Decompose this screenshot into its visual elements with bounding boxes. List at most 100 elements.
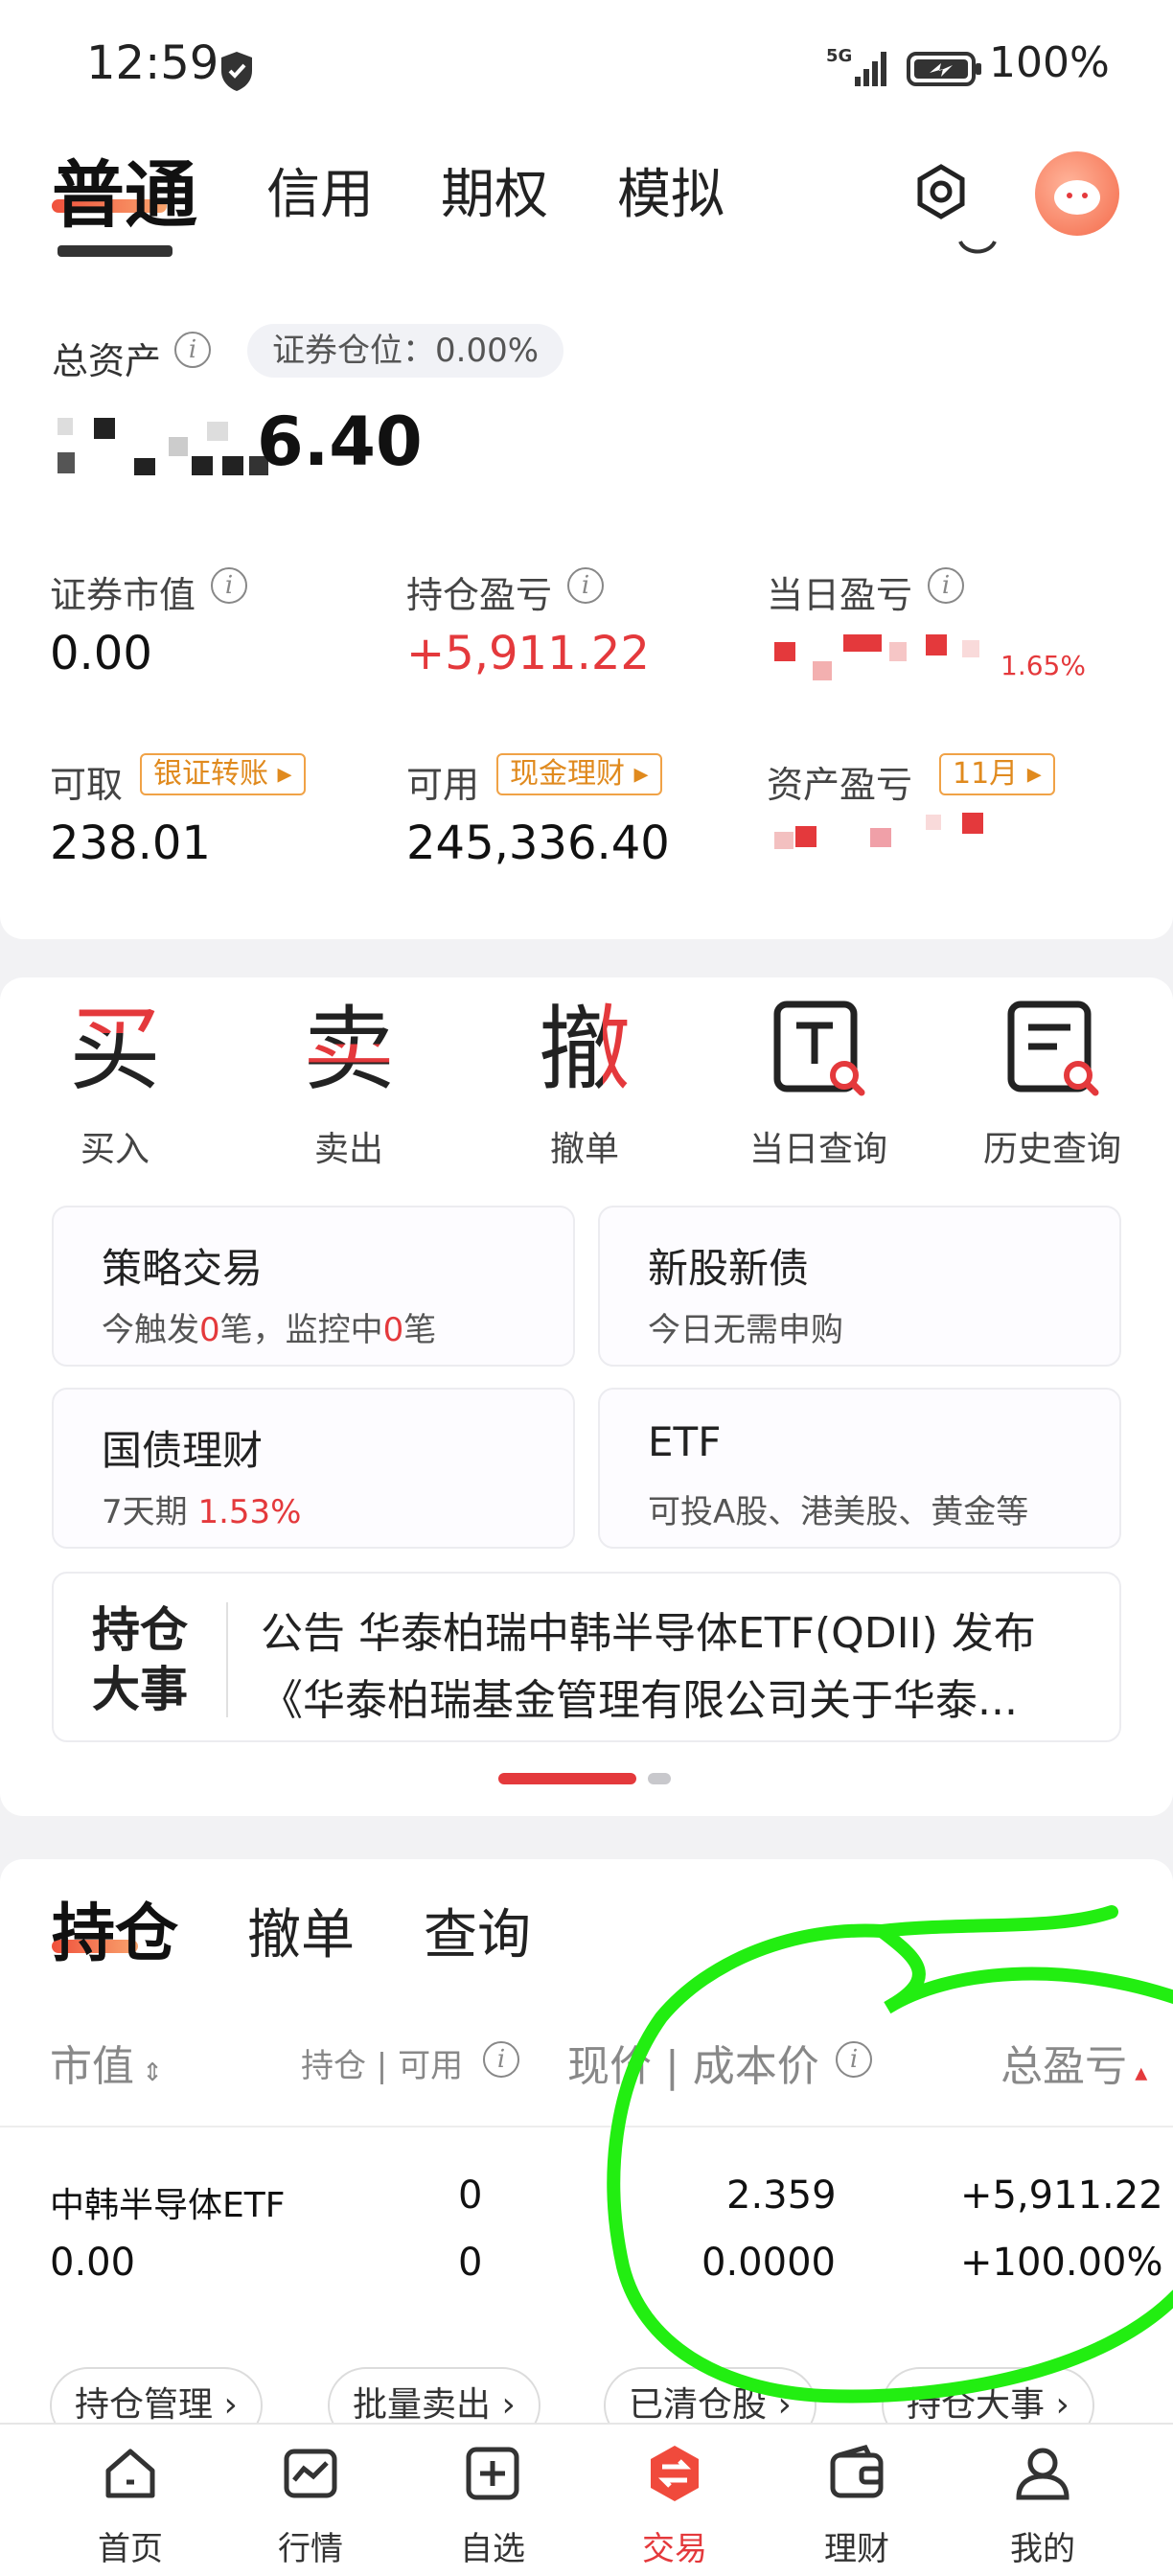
chart-icon bbox=[284, 2449, 337, 2498]
tab-simulation[interactable]: 模拟 bbox=[617, 151, 724, 229]
settings-hex-icon[interactable] bbox=[912, 163, 970, 220]
nav-label: 自选 bbox=[460, 2530, 525, 2568]
month-tag[interactable]: 11月 ▸ bbox=[939, 753, 1055, 795]
asset-pl-label: 资产盈亏 bbox=[767, 764, 913, 806]
cash-management-tag[interactable]: 现金理财 ▸ bbox=[496, 753, 662, 795]
tile-subtitle: 今日无需申购 bbox=[648, 1311, 843, 1349]
avatar[interactable] bbox=[1035, 151, 1119, 236]
nav-label: 交易 bbox=[642, 2530, 707, 2568]
bank-transfer-tag[interactable]: 银证转账 ▸ bbox=[140, 753, 306, 795]
holding-news-badge: 持仓 大事 bbox=[92, 1600, 197, 1719]
news-line-1: 公告 华泰柏瑞中韩半导体ETF(QDII) 发布 bbox=[261, 1609, 1036, 1658]
tab-query[interactable]: 查询 bbox=[424, 1892, 531, 1969]
mosaic-block bbox=[222, 456, 243, 475]
divider bbox=[0, 2126, 1173, 2128]
tile-subtitle: 今触发0笔，监控中0笔 bbox=[102, 1311, 437, 1349]
home-icon bbox=[105, 2449, 155, 2498]
tile-title: 策略交易 bbox=[102, 1245, 264, 1292]
nav-trade[interactable]: 交易 bbox=[608, 2444, 742, 2569]
tab-credit[interactable]: 信用 bbox=[266, 151, 374, 229]
sell-glyph-icon: 卖 bbox=[303, 996, 395, 1103]
tab-holdings[interactable]: 持仓 bbox=[52, 1882, 178, 1974]
mosaic-block bbox=[889, 642, 907, 661]
position-ratio-pill: 证券仓位：0.00% bbox=[247, 324, 564, 378]
cash-management-label: 现金理财 bbox=[510, 757, 625, 791]
holding-name: 中韩半导体ETF bbox=[50, 2186, 286, 2225]
battery-percent: 100% bbox=[989, 38, 1110, 87]
history-query-button[interactable]: 历史查询 bbox=[956, 997, 1148, 1171]
nav-label: 首页 bbox=[98, 2530, 163, 2568]
securities-market-value-label: 证券市值 bbox=[50, 574, 196, 616]
holding-total-pl-pct: +100.00% bbox=[960, 2241, 1163, 2285]
tab-cancel-orders[interactable]: 撤单 bbox=[247, 1892, 355, 1969]
info-icon[interactable]: i bbox=[211, 567, 247, 604]
mosaic-block bbox=[94, 418, 115, 439]
mosaic-block bbox=[134, 458, 155, 475]
nav-label: 行情 bbox=[278, 2530, 343, 2568]
cancel-order-button[interactable]: 撤 撤单 bbox=[489, 997, 680, 1171]
nav-label: 理财 bbox=[824, 2530, 889, 2568]
nav-finance[interactable]: 理财 bbox=[790, 2444, 924, 2569]
mosaic-block bbox=[962, 640, 979, 657]
trade-actions-card: 买 买入 卖 卖出 撤 撤单 当日查询 历史查询 策略交易 今触发0笔，监控中0… bbox=[0, 978, 1173, 1816]
clipped-row-fragment bbox=[58, 232, 211, 261]
withdrawable-value: 238.01 bbox=[50, 816, 211, 870]
total-assets-label: 总资产 bbox=[52, 340, 162, 382]
nav-watchlist[interactable]: 自选 bbox=[426, 2444, 560, 2569]
strategy-trading-tile[interactable]: 策略交易 今触发0笔，监控中0笔 bbox=[52, 1206, 575, 1367]
history-query-label: 历史查询 bbox=[982, 1130, 1121, 1169]
etf-tile[interactable]: ETF 可投A股、港美股、黄金等 bbox=[598, 1388, 1121, 1549]
col-position-available: 持仓 | 可用 bbox=[301, 2047, 464, 2085]
daily-pl-percent: 1.65% bbox=[1000, 650, 1086, 681]
info-icon[interactable]: i bbox=[483, 2041, 519, 2078]
mosaic-block bbox=[192, 456, 213, 475]
tile-subtitle: 可投A股、港美股、黄金等 bbox=[648, 1493, 1029, 1531]
tile-title: 新股新债 bbox=[648, 1245, 810, 1292]
tile-subtitle: 7天期 1.53% bbox=[102, 1493, 302, 1531]
mosaic-block bbox=[774, 642, 795, 661]
col-market-value[interactable]: 市值 ⇕ bbox=[50, 2032, 163, 2093]
position-pl-label: 持仓盈亏 bbox=[406, 574, 553, 616]
mosaic-block bbox=[843, 634, 882, 652]
treasury-finance-tile[interactable]: 国债理财 7天期 1.53% bbox=[52, 1388, 575, 1549]
mosaic-block bbox=[774, 832, 794, 849]
holding-price: 2.359 bbox=[726, 2174, 837, 2218]
tab-options[interactable]: 期权 bbox=[441, 151, 548, 229]
account-type-tabs: 普通 信用 期权 模拟 bbox=[0, 134, 1173, 240]
nav-home[interactable]: 首页 bbox=[63, 2444, 197, 2569]
badge-line-2: 大事 bbox=[92, 1662, 188, 1717]
svg-text:5G: 5G bbox=[826, 46, 852, 66]
tab-normal[interactable]: 普通 bbox=[52, 136, 197, 242]
info-icon[interactable]: i bbox=[174, 332, 211, 368]
doc-search-icon bbox=[1007, 1000, 1099, 1096]
info-icon[interactable]: i bbox=[928, 567, 964, 604]
user-icon bbox=[1016, 2448, 1070, 2500]
tile-title: 国债理财 bbox=[102, 1427, 264, 1474]
info-icon[interactable]: i bbox=[567, 567, 604, 604]
col-total-pl[interactable]: 总盈亏 ▴ bbox=[1000, 2032, 1147, 2093]
nav-profile[interactable]: 我的 bbox=[976, 2444, 1110, 2569]
buy-button[interactable]: 买 买入 bbox=[19, 997, 211, 1171]
buy-glyph-icon: 买 bbox=[69, 996, 161, 1103]
nav-market[interactable]: 行情 bbox=[243, 2444, 378, 2569]
sell-button[interactable]: 卖 卖出 bbox=[253, 997, 445, 1171]
cancel-order-label: 撤单 bbox=[549, 1130, 619, 1169]
mosaic-block bbox=[207, 422, 228, 441]
withdrawable-label: 可取 bbox=[50, 764, 124, 806]
asset-summary-card: 总资产 i 证券仓位：0.00% 6.40 证券市值 i 0.00 持仓盈亏 i… bbox=[0, 240, 1173, 939]
holding-news-tile[interactable]: 持仓 大事 公告 华泰柏瑞中韩半导体ETF(QDII) 发布 《华泰柏瑞基金管理… bbox=[52, 1572, 1121, 1742]
divider bbox=[226, 1602, 228, 1717]
buy-label: 买入 bbox=[80, 1130, 150, 1169]
holding-available: 0 bbox=[458, 2241, 483, 2285]
status-bar: 12:59 5G 100% bbox=[0, 0, 1173, 134]
info-icon[interactable]: i bbox=[836, 2041, 872, 2078]
holding-market-value: 0.00 bbox=[50, 2241, 136, 2285]
ipo-bonds-tile[interactable]: 新股新债 今日无需申购 bbox=[598, 1206, 1121, 1367]
mosaic-block bbox=[926, 634, 947, 656]
wallet-icon bbox=[830, 2445, 884, 2498]
mosaic-block bbox=[58, 418, 73, 435]
position-pl-value: +5,911.22 bbox=[406, 627, 650, 680]
mosaic-block bbox=[58, 452, 75, 473]
daily-query-button[interactable]: 当日查询 bbox=[723, 997, 914, 1171]
carousel-indicator bbox=[648, 1773, 671, 1784]
